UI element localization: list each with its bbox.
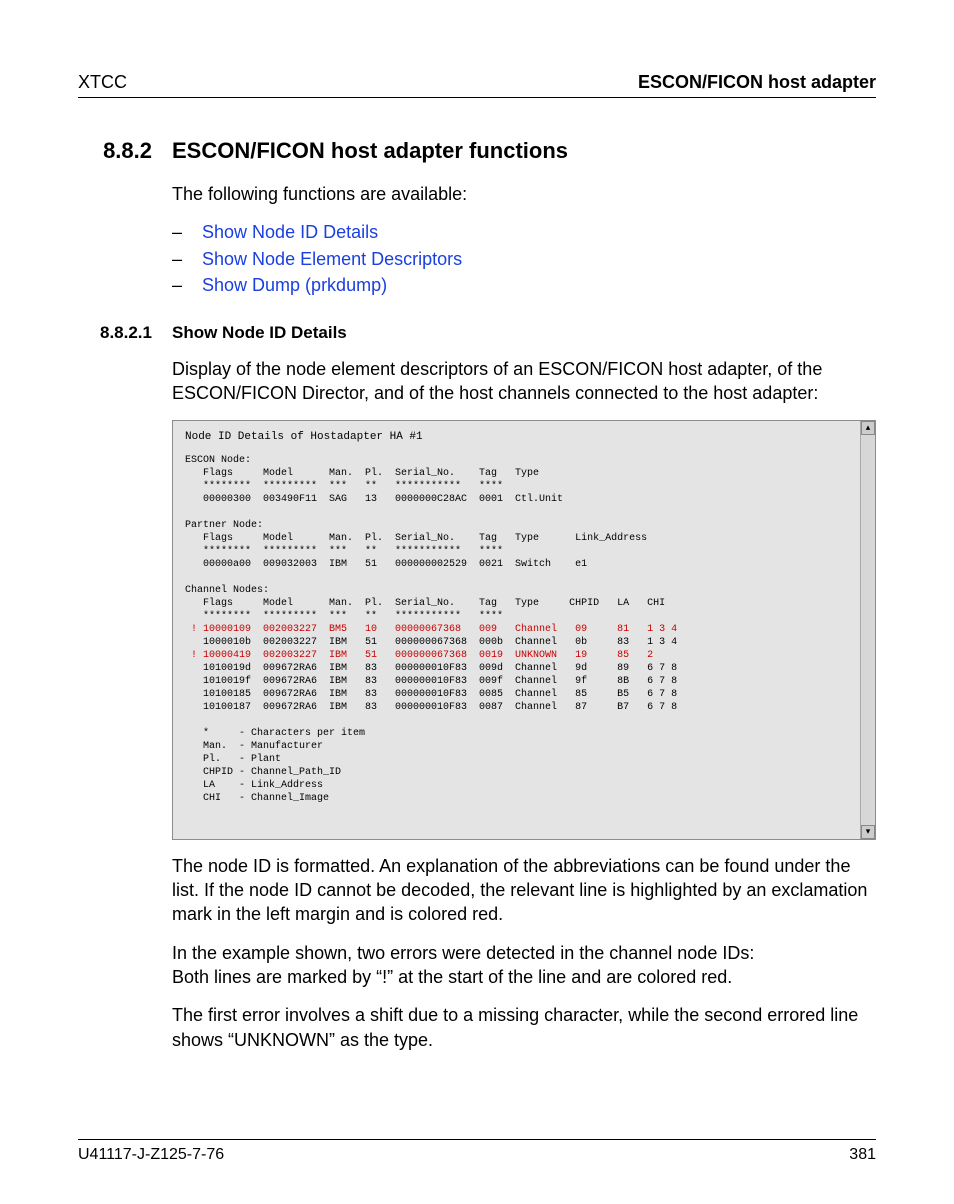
section-heading: 8.8.2 ESCON/FICON host adapter functions xyxy=(78,138,876,164)
node-id-output: Node ID Details of Hostadapter HA #1ESCO… xyxy=(177,425,861,835)
header-right: ESCON/FICON host adapter xyxy=(638,72,876,93)
scroll-up-button[interactable]: ▴ xyxy=(861,421,875,435)
subsection-title: Show Node ID Details xyxy=(172,323,347,343)
explain-p2: In the example shown, two errors were de… xyxy=(172,941,876,990)
dash-icon: – xyxy=(172,273,182,297)
page-footer: U41117-J-Z125-7-76 381 xyxy=(78,1139,876,1164)
explain-p1: The node ID is formatted. An explanation… xyxy=(172,854,876,927)
list-item: – Show Node Element Descriptors xyxy=(172,247,876,271)
section-title: ESCON/FICON host adapter functions xyxy=(172,138,568,164)
page-header: XTCC ESCON/FICON host adapter xyxy=(78,72,876,98)
subsection-number: 8.8.2.1 xyxy=(78,323,152,343)
list-item: – Show Node ID Details xyxy=(172,220,876,244)
dash-icon: – xyxy=(172,247,182,271)
footer-left: U41117-J-Z125-7-76 xyxy=(78,1146,224,1164)
link-show-node-id[interactable]: Show Node ID Details xyxy=(202,220,378,244)
subsection-heading: 8.8.2.1 Show Node ID Details xyxy=(78,323,876,343)
subsection-intro: Display of the node element descriptors … xyxy=(172,357,876,406)
explain-p2-line2: Both lines are marked by “!” at the star… xyxy=(172,967,732,987)
explain-p3: The first error involves a shift due to … xyxy=(172,1003,876,1052)
scroll-down-button[interactable]: ▾ xyxy=(861,825,875,839)
screenshot-window: ▴ ▾ Node ID Details of Hostadapter HA #1… xyxy=(172,420,876,840)
link-show-node-elements[interactable]: Show Node Element Descriptors xyxy=(202,247,462,271)
section-number: 8.8.2 xyxy=(78,138,152,164)
section-intro: The following functions are available: xyxy=(172,182,876,206)
function-list: – Show Node ID Details – Show Node Eleme… xyxy=(172,220,876,297)
scrollbar[interactable]: ▴ ▾ xyxy=(860,421,875,839)
explain-p2-line1: In the example shown, two errors were de… xyxy=(172,943,754,963)
header-left: XTCC xyxy=(78,72,127,93)
list-item: – Show Dump (prkdump) xyxy=(172,273,876,297)
footer-right: 381 xyxy=(849,1146,876,1164)
link-show-dump[interactable]: Show Dump (prkdump) xyxy=(202,273,387,297)
dash-icon: – xyxy=(172,220,182,244)
